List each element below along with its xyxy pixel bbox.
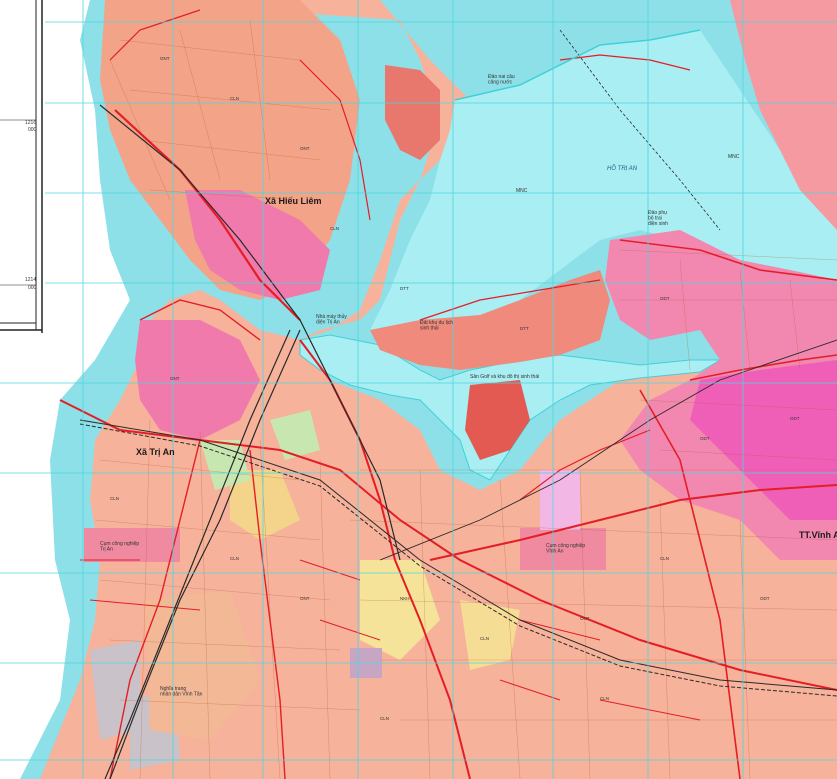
grid-label-1216-sub: 000 (28, 127, 37, 133)
lake-label-mnc-1: MNC (728, 154, 740, 160)
lake-label-ho-tri-an: HỒ TRỊ AN (607, 165, 638, 172)
svg-text:ONT: ONT (580, 616, 590, 621)
svg-text:CLN: CLN (600, 696, 609, 701)
svg-text:ONT: ONT (300, 596, 310, 601)
place-tt-vinh-an[interactable]: TT.Vĩnh An (799, 530, 837, 540)
grid-label-1216: 1216 (25, 120, 36, 126)
grid-label-1214-sub: 000 (28, 285, 37, 291)
svg-text:ODT: ODT (700, 436, 710, 441)
svg-text:CLN: CLN (380, 716, 389, 721)
annotation-san-golf: Sân Golf và khu đô thị sinh thái (470, 374, 539, 380)
svg-text:CLN: CLN (110, 496, 119, 501)
place-xa-hieu-liem[interactable]: Xã Hiếu Liêm (265, 196, 322, 206)
svg-text:ONT: ONT (170, 376, 180, 381)
svg-text:DTT: DTT (400, 286, 409, 291)
map-frame (0, 0, 45, 333)
map-canvas: 1216 000 1214 000 Xã Hiếu Liêm Xã Trị An… (0, 0, 837, 779)
svg-text:ODT: ODT (660, 296, 670, 301)
svg-text:ODT: ODT (760, 596, 770, 601)
annotation-dao-ca: Đảo nai câu cảng nước (488, 74, 515, 86)
place-xa-tri-an[interactable]: Xã Trị An (136, 447, 175, 457)
svg-text:CLN: CLN (230, 96, 239, 101)
svg-text:ONT: ONT (160, 56, 170, 61)
svg-text:ONT: ONT (300, 146, 310, 151)
svg-text:CLN: CLN (330, 226, 339, 231)
svg-text:NKH: NKH (400, 596, 410, 601)
svg-text:CLN: CLN (660, 556, 669, 561)
svg-text:DTT: DTT (520, 326, 529, 331)
land-use-map: 1216 000 1214 000 Xã Hiếu Liêm Xã Trị An… (0, 0, 837, 779)
svg-text:ODT: ODT (790, 416, 800, 421)
svg-text:CLN: CLN (230, 556, 239, 561)
industrial-east (540, 470, 580, 530)
lake-label-mnc-2: MNC (516, 188, 528, 194)
svg-text:CLN: CLN (480, 636, 489, 641)
grid-label-1214: 1214 (25, 277, 36, 283)
